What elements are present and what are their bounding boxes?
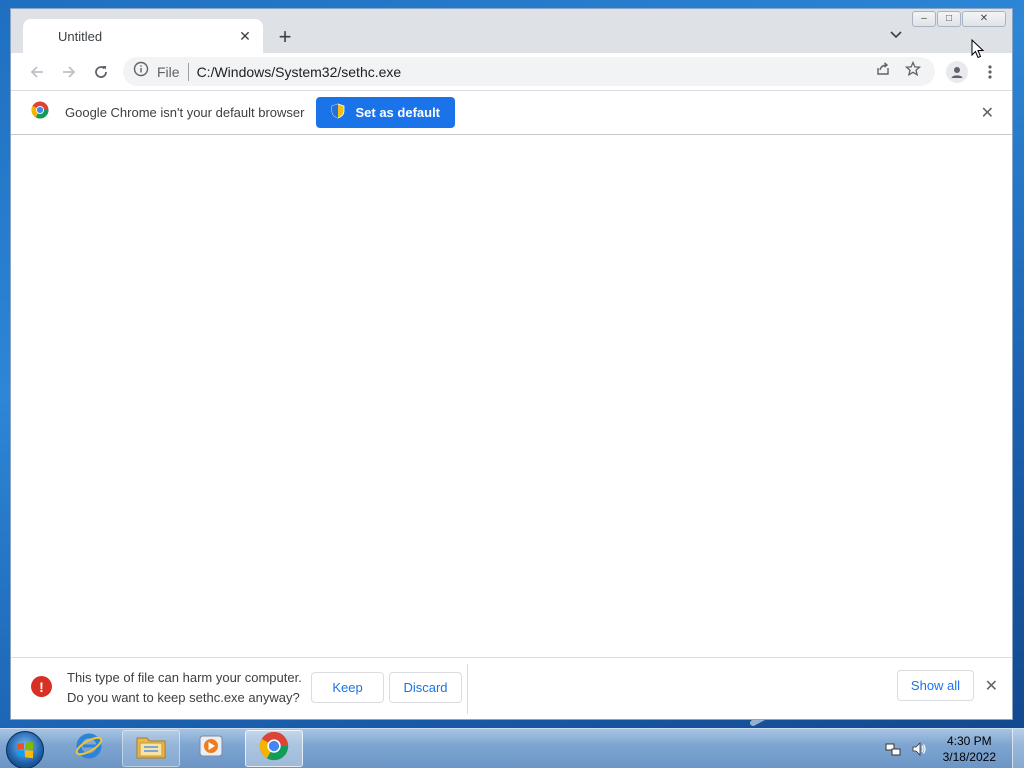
toolbar: File C:/Windows/System32/sethc.exe (11, 53, 1012, 90)
chrome-menu-icon[interactable] (980, 64, 1000, 79)
profile-avatar-icon[interactable] (946, 60, 968, 83)
infobar-close-icon[interactable]: ✕ (981, 103, 994, 123)
show-desktop-button[interactable] (1012, 729, 1024, 768)
back-button[interactable] (25, 60, 49, 84)
infobar-message: Google Chrome isn't your default browser (65, 105, 305, 120)
set-as-default-button[interactable]: Set as default (316, 97, 456, 128)
forward-button[interactable] (57, 60, 81, 84)
omnibox-divider (187, 62, 189, 81)
media-player-icon (197, 732, 225, 765)
url-scheme-label: File (157, 63, 180, 80)
network-icon[interactable] (885, 741, 901, 757)
taskbar-chrome[interactable] (245, 730, 303, 767)
omnibox-actions (875, 60, 922, 82)
download-warning-text: This type of file can harm your computer… (67, 668, 302, 708)
chrome-icon (259, 731, 289, 766)
download-warning-line1: This type of file can harm your computer… (67, 670, 302, 685)
chrome-logo-icon (31, 101, 49, 124)
shelf-divider (467, 664, 468, 714)
tab-close-icon[interactable]: ✕ (237, 28, 253, 45)
start-button[interactable] (6, 731, 44, 768)
close-window-button[interactable]: ✕ (962, 11, 1006, 27)
system-tray: 4:30 PM 3/18/2022 (885, 729, 1010, 768)
taskbar: 4:30 PM 3/18/2022 (0, 728, 1024, 768)
share-icon[interactable] (875, 61, 891, 82)
tab-strip: Untitled ✕ + (11, 9, 1012, 53)
windows-logo-icon (17, 741, 33, 759)
taskbar-internet-explorer[interactable] (60, 730, 118, 767)
info-icon[interactable] (133, 61, 149, 82)
keep-button[interactable]: Keep (311, 672, 384, 703)
taskbar-media-player[interactable] (182, 730, 240, 767)
clock-date: 3/18/2022 (942, 750, 996, 764)
clock-time: 4:30 PM (946, 734, 992, 748)
tab-untitled[interactable]: Untitled ✕ (23, 19, 263, 53)
shelf-close-icon[interactable]: ✕ (985, 676, 998, 696)
clock[interactable]: 4:30 PM 3/18/2022 (943, 733, 996, 765)
default-browser-infobar: Google Chrome isn't your default browser… (11, 90, 1012, 135)
new-tab-button[interactable]: + (273, 24, 297, 49)
maximize-button[interactable]: □ (937, 11, 961, 27)
set-as-default-label: Set as default (355, 105, 441, 120)
danger-warning-icon: ! (31, 676, 52, 697)
show-all-button[interactable]: Show all (897, 670, 974, 701)
mouse-cursor-icon (971, 38, 985, 64)
minimize-button[interactable]: – (912, 11, 936, 27)
window-controls: – □ ✕ (912, 11, 1006, 27)
discard-button[interactable]: Discard (389, 672, 462, 703)
reload-button[interactable] (89, 60, 113, 84)
taskbar-windows-explorer[interactable] (122, 730, 180, 767)
tab-title: Untitled (58, 28, 103, 44)
page-content (11, 135, 1012, 657)
tab-search-chevron-icon[interactable] (888, 27, 904, 43)
uac-shield-icon (331, 103, 345, 122)
download-warning-line2: Do you want to keep sethc.exe anyway? (67, 690, 300, 705)
windows-explorer-icon (135, 732, 167, 765)
internet-explorer-icon (74, 731, 104, 766)
chrome-window: – □ ✕ Untitled ✕ + File C:/Windows/Syste… (10, 8, 1013, 720)
url-text[interactable]: C:/Windows/System32/sethc.exe (197, 64, 875, 80)
address-bar[interactable]: File C:/Windows/System32/sethc.exe (123, 57, 935, 86)
bookmark-star-icon[interactable] (904, 60, 922, 82)
volume-icon[interactable] (911, 741, 927, 757)
download-shelf: ! This type of file can harm your comput… (11, 657, 1012, 719)
